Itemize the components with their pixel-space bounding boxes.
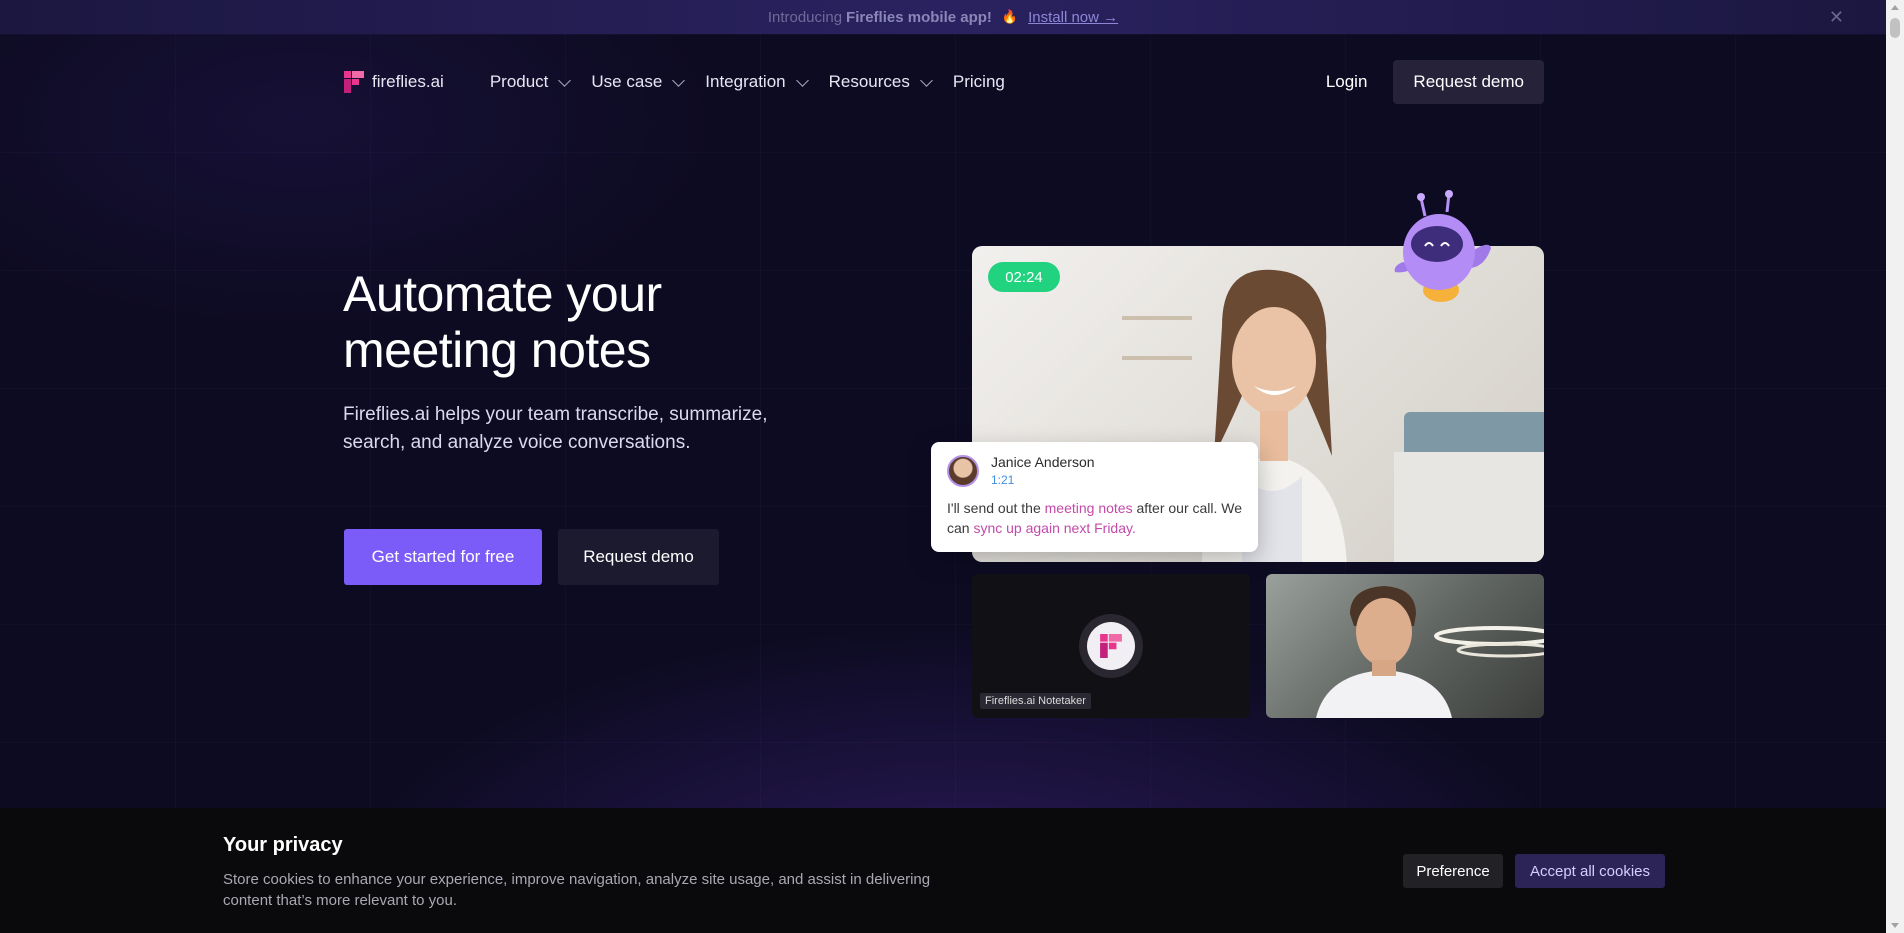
request-demo-nav-button[interactable]: Request demo	[1393, 60, 1544, 104]
cookie-title: Your privacy	[223, 834, 343, 856]
hero-title-line1: Automate your	[343, 266, 662, 322]
nav-resources[interactable]: Resources	[828, 72, 933, 92]
close-icon[interactable]: ✕	[1829, 7, 1844, 28]
scroll-up-icon[interactable]	[1891, 5, 1899, 10]
scroll-thumb[interactable]	[1890, 18, 1900, 38]
nav-use-case-label: Use case	[591, 72, 663, 91]
chevron-down-icon	[558, 73, 572, 87]
announcement-bar: Introducing Fireflies mobile app! 🔥 Inst…	[0, 0, 1886, 34]
chat-highlight-1: meeting notes	[1044, 500, 1133, 516]
nav-product[interactable]: Product	[489, 72, 572, 92]
fire-icon: 🔥	[1001, 9, 1019, 24]
hero-title-line2: meeting notes	[343, 322, 651, 378]
accept-all-cookies-button[interactable]: Accept all cookies	[1515, 854, 1665, 888]
announcement-bold: Fireflies mobile app!	[846, 8, 992, 26]
announcement-prefix: Introducing	[767, 8, 843, 26]
notetaker-avatar-inner	[1087, 622, 1135, 670]
nav-integration-label: Integration	[705, 72, 786, 91]
cookie-text: Store cookies to enhance your experience…	[223, 871, 931, 909]
chat-message: I'll send out the meeting notes after ou…	[947, 498, 1247, 538]
install-now-link[interactable]: Install now →	[1028, 9, 1118, 26]
fireflies-logo-icon	[1100, 634, 1122, 658]
hero-subtitle: Fireflies.ai helps your team transcribe,…	[343, 404, 768, 453]
background-grid	[0, 34, 1886, 814]
cookie-banner: Your privacy Store cookies to enhance yo…	[0, 808, 1886, 933]
chevron-down-icon	[795, 73, 809, 87]
transcript-chat-card: Janice Anderson 1:21 I'll send out the m…	[931, 442, 1258, 552]
nav-product-label: Product	[489, 72, 549, 91]
scroll-down-icon[interactable]	[1891, 923, 1899, 928]
get-started-button[interactable]: Get started for free	[344, 529, 542, 585]
chevron-down-icon	[672, 73, 686, 87]
nav-pricing[interactable]: Pricing	[953, 72, 1005, 92]
hero-title: Automate your meeting notes	[343, 266, 903, 378]
bed	[1394, 452, 1544, 562]
page: Introducing Fireflies mobile app! 🔥 Inst…	[0, 0, 1886, 933]
robot-mascot-icon	[1394, 190, 1491, 302]
login-link[interactable]: Login	[1326, 72, 1368, 92]
fireflies-logo-icon	[344, 71, 364, 93]
participant-video-tile	[1266, 574, 1544, 718]
logo[interactable]: fireflies.ai	[344, 71, 444, 93]
cookie-preference-button[interactable]: Preference	[1403, 854, 1503, 888]
nav-use-case[interactable]: Use case	[591, 72, 686, 92]
notetaker-label: Fireflies.ai Notetaker	[980, 693, 1091, 709]
chat-timestamp: 1:21	[991, 473, 1015, 487]
chevron-down-icon	[920, 73, 933, 87]
chat-highlight-2: sync up again next Friday.	[973, 520, 1136, 536]
call-timer: 02:24	[988, 262, 1060, 292]
notetaker-avatar	[1079, 614, 1143, 678]
chat-text-1: I'll send out the	[947, 500, 1045, 516]
scrollbar[interactable]	[1886, 0, 1904, 933]
nav-integration[interactable]: Integration	[705, 72, 809, 92]
nav-right: Login Request demo	[1326, 60, 1544, 104]
chat-speaker-name: Janice Anderson	[991, 454, 1095, 470]
notetaker-video-tile: Fireflies.ai Notetaker	[972, 574, 1250, 718]
nav-pricing-label: Pricing	[952, 72, 1005, 91]
logo-text: fireflies.ai	[372, 72, 444, 91]
nav-resources-label: Resources	[828, 72, 910, 91]
top-nav: fireflies.ai Product Use case Integratio…	[344, 60, 1544, 104]
avatar	[947, 455, 979, 487]
request-demo-button[interactable]: Request demo	[558, 529, 719, 585]
man-participant-image	[1316, 586, 1544, 718]
